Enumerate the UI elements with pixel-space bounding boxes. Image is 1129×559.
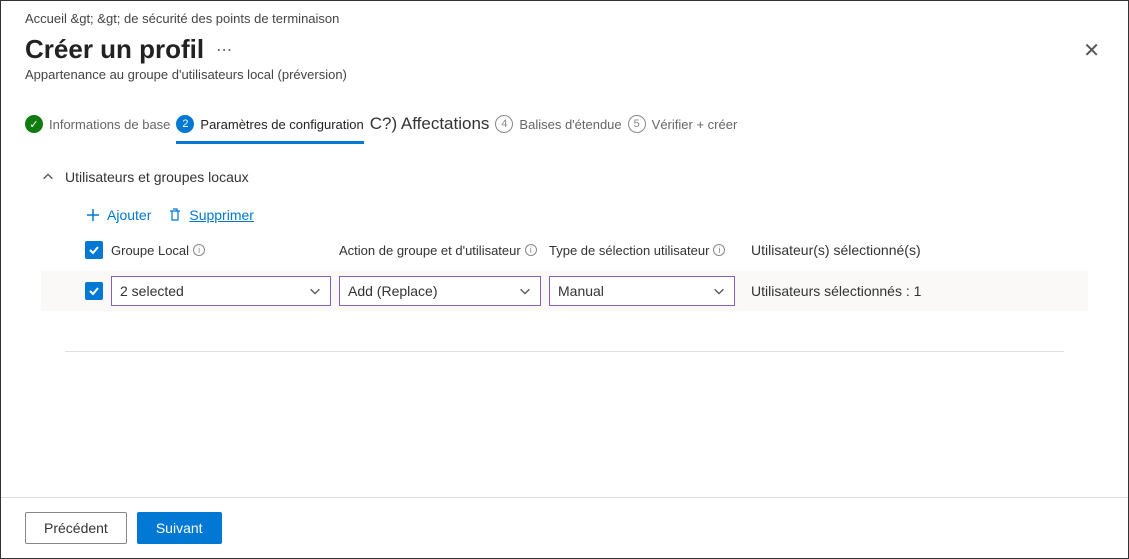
breadcrumb: Accueil &gt; &gt; de sécurité des points… [1, 1, 1128, 30]
local-group-select[interactable]: 2 selected [111, 276, 331, 306]
section-header[interactable]: Utilisateurs et groupes locaux [41, 169, 1088, 185]
section-title: Utilisateurs et groupes locaux [65, 169, 249, 185]
selected-users-cell[interactable]: Utilisateurs sélectionnés : 1 [743, 283, 953, 299]
chevron-up-icon [41, 170, 55, 184]
step-label: Informations de base [49, 117, 170, 132]
th-local-group: Groupe Local i [111, 243, 331, 258]
add-button[interactable]: Ajouter [85, 207, 151, 223]
wizard-footer: Précédent Suivant [1, 497, 1128, 558]
select-value: 2 selected [120, 283, 184, 299]
select-value: Manual [558, 283, 604, 299]
step-label: C?) Affectations [370, 114, 490, 134]
info-icon[interactable]: i [525, 244, 537, 256]
page-header: Créer un profil ⋯ Appartenance au groupe… [1, 30, 1128, 90]
breadcrumb-home[interactable]: Accueil [25, 11, 67, 26]
row-checkbox[interactable] [85, 282, 103, 300]
breadcrumb-tail: &gt; de sécurité des points de terminais… [97, 11, 339, 26]
page-subtitle: Appartenance au groupe d'utilisateurs lo… [25, 67, 1104, 82]
step-scope-tags[interactable]: 4 Balises d'étendue [495, 115, 621, 144]
step-configuration[interactable]: 2 Paramètres de configuration [176, 115, 363, 144]
select-all-checkbox[interactable] [85, 241, 103, 259]
back-button[interactable]: Précédent [25, 512, 127, 544]
divider [65, 351, 1064, 352]
step-number-icon: 2 [176, 115, 194, 133]
close-icon: ✕ [1083, 40, 1100, 62]
chevron-down-icon [712, 284, 726, 298]
trash-icon [167, 207, 183, 223]
wizard-steps: ✓ Informations de base 2 Paramètres de c… [1, 90, 1128, 145]
section-toolbar: Ajouter Supprimer [41, 207, 1088, 223]
step-number-icon: 5 [628, 115, 646, 133]
more-icon[interactable]: ⋯ [216, 40, 232, 60]
next-button[interactable]: Suivant [137, 512, 222, 544]
close-button[interactable]: ✕ [1083, 38, 1100, 63]
check-icon: ✓ [25, 115, 43, 133]
th-selected-users: Utilisateur(s) sélectionné(s) [743, 242, 953, 258]
selection-type-select[interactable]: Manual [549, 276, 735, 306]
step-review-create[interactable]: 5 Vérifier + créer [628, 115, 738, 144]
check-icon [88, 244, 100, 256]
info-icon[interactable]: i [193, 244, 205, 256]
page-title: Créer un profil [25, 34, 204, 65]
th-group-action: Action de groupe et d'utilisateur i [339, 243, 541, 258]
step-assignments[interactable]: C?) Affectations [370, 114, 490, 145]
delete-label: Supprimer [189, 207, 254, 223]
select-value: Add (Replace) [348, 283, 438, 299]
step-label: Vérifier + créer [652, 117, 738, 132]
chevron-down-icon [518, 284, 532, 298]
step-basics[interactable]: ✓ Informations de base [25, 115, 170, 144]
breadcrumb-sep: &gt; [71, 11, 94, 26]
add-label: Ajouter [107, 207, 151, 223]
info-icon[interactable]: i [713, 244, 725, 256]
delete-button[interactable]: Supprimer [167, 207, 254, 223]
step-label: Paramètres de configuration [200, 117, 363, 132]
table-row: 2 selected Add (Replace) Manual Utilisat… [41, 271, 1088, 311]
table-header-row: Groupe Local i Action de groupe et d'uti… [41, 241, 1088, 259]
step-number-icon: 4 [495, 115, 513, 133]
th-selection-type: Type de sélection utilisateur i [549, 243, 735, 258]
group-action-select[interactable]: Add (Replace) [339, 276, 541, 306]
step-label: Balises d'étendue [519, 117, 621, 132]
plus-icon [85, 207, 101, 223]
chevron-down-icon [308, 284, 322, 298]
check-icon [88, 285, 100, 297]
